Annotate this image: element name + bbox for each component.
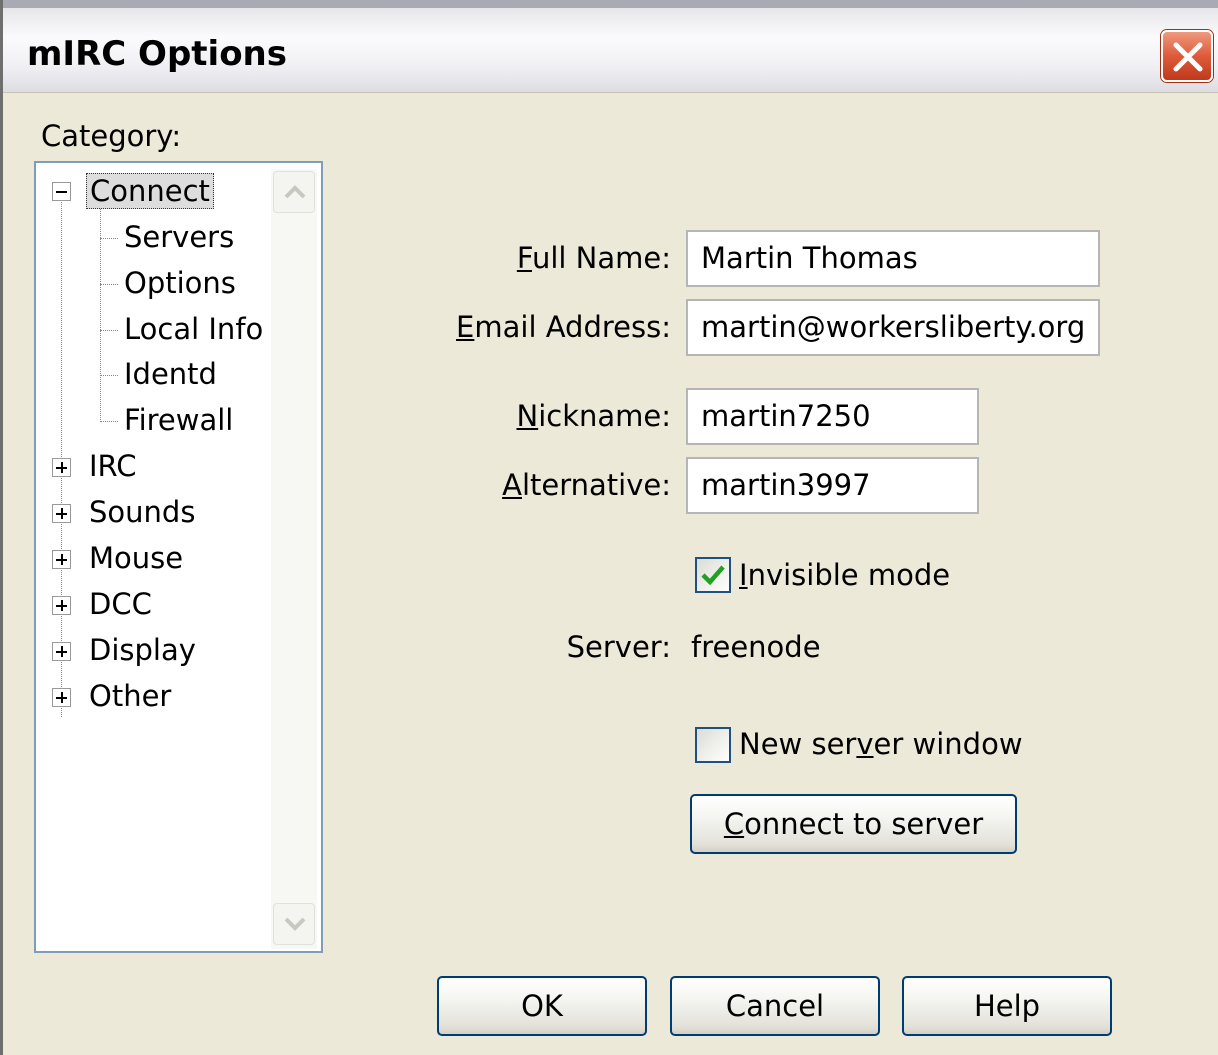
chevron-down-icon <box>284 917 306 931</box>
full-name-field[interactable]: Martin Thomas <box>686 230 1100 287</box>
tree-item-servers[interactable]: Servers <box>124 220 234 254</box>
options-dialog: mIRC Options Category: Connect Servers O… <box>0 0 1218 1055</box>
invisible-mode-label[interactable]: Invisible mode <box>739 558 950 592</box>
tree-connector <box>100 421 118 422</box>
tree-item-other[interactable]: Other <box>89 679 171 713</box>
tree-connector <box>61 197 62 717</box>
ok-button[interactable]: OK <box>437 976 647 1036</box>
dialog-body: Category: Connect Servers Options Local … <box>3 92 1218 1055</box>
scroll-up-button[interactable] <box>273 171 315 213</box>
expand-icon[interactable] <box>52 596 71 615</box>
tree-connector <box>100 330 118 331</box>
tree-scrollbar[interactable] <box>271 169 317 949</box>
alternative-label: Alternative: <box>502 468 671 502</box>
tree-connector <box>100 375 118 376</box>
scroll-down-button[interactable] <box>273 903 315 945</box>
alternative-field[interactable]: martin3997 <box>686 457 979 514</box>
close-x-icon <box>1173 42 1203 72</box>
expand-icon[interactable] <box>52 550 71 569</box>
expand-icon[interactable] <box>52 642 71 661</box>
tree-item-connect[interactable]: Connect <box>86 173 214 209</box>
title-bar[interactable]: mIRC Options <box>3 0 1218 92</box>
new-server-window-label[interactable]: New server window <box>739 727 1023 761</box>
close-button[interactable] <box>1161 30 1213 82</box>
category-tree[interactable]: Connect Servers Options Local Info Ident… <box>34 161 323 953</box>
server-value: freenode <box>691 630 821 664</box>
tree-connector <box>100 207 101 422</box>
email-field[interactable]: martin@workersliberty.org <box>686 299 1100 356</box>
tree-item-display[interactable]: Display <box>89 633 196 667</box>
nickname-field[interactable]: martin7250 <box>686 388 979 445</box>
tree-item-firewall[interactable]: Firewall <box>124 403 233 437</box>
tree-item-options[interactable]: Options <box>124 266 236 300</box>
invisible-mode-checkbox[interactable] <box>695 557 731 593</box>
window-title: mIRC Options <box>27 34 287 74</box>
email-label: Email Address: <box>456 310 671 344</box>
server-label: Server: <box>566 630 671 664</box>
tree-item-sounds[interactable]: Sounds <box>89 495 195 529</box>
expand-icon[interactable] <box>52 688 71 707</box>
cancel-button[interactable]: Cancel <box>670 976 880 1036</box>
connect-to-server-button[interactable]: Connect to server <box>690 794 1017 854</box>
collapse-icon[interactable] <box>52 182 71 201</box>
tree-item-local-info[interactable]: Local Info <box>124 312 263 346</box>
tree-item-dcc[interactable]: DCC <box>89 587 152 621</box>
category-label: Category: <box>41 119 182 153</box>
full-name-label: Full Name: <box>516 241 671 275</box>
chevron-up-icon <box>284 185 306 199</box>
expand-icon[interactable] <box>52 458 71 477</box>
new-server-window-checkbox[interactable] <box>695 727 731 763</box>
tree-item-mouse[interactable]: Mouse <box>89 541 183 575</box>
help-button[interactable]: Help <box>902 976 1112 1036</box>
tree-connector <box>100 284 118 285</box>
tree-connector <box>100 238 118 239</box>
checkmark-icon <box>701 565 725 586</box>
nickname-label: Nickname: <box>516 399 671 433</box>
tree-item-identd[interactable]: Identd <box>124 357 217 391</box>
tree-item-irc[interactable]: IRC <box>89 449 137 483</box>
expand-icon[interactable] <box>52 504 71 523</box>
